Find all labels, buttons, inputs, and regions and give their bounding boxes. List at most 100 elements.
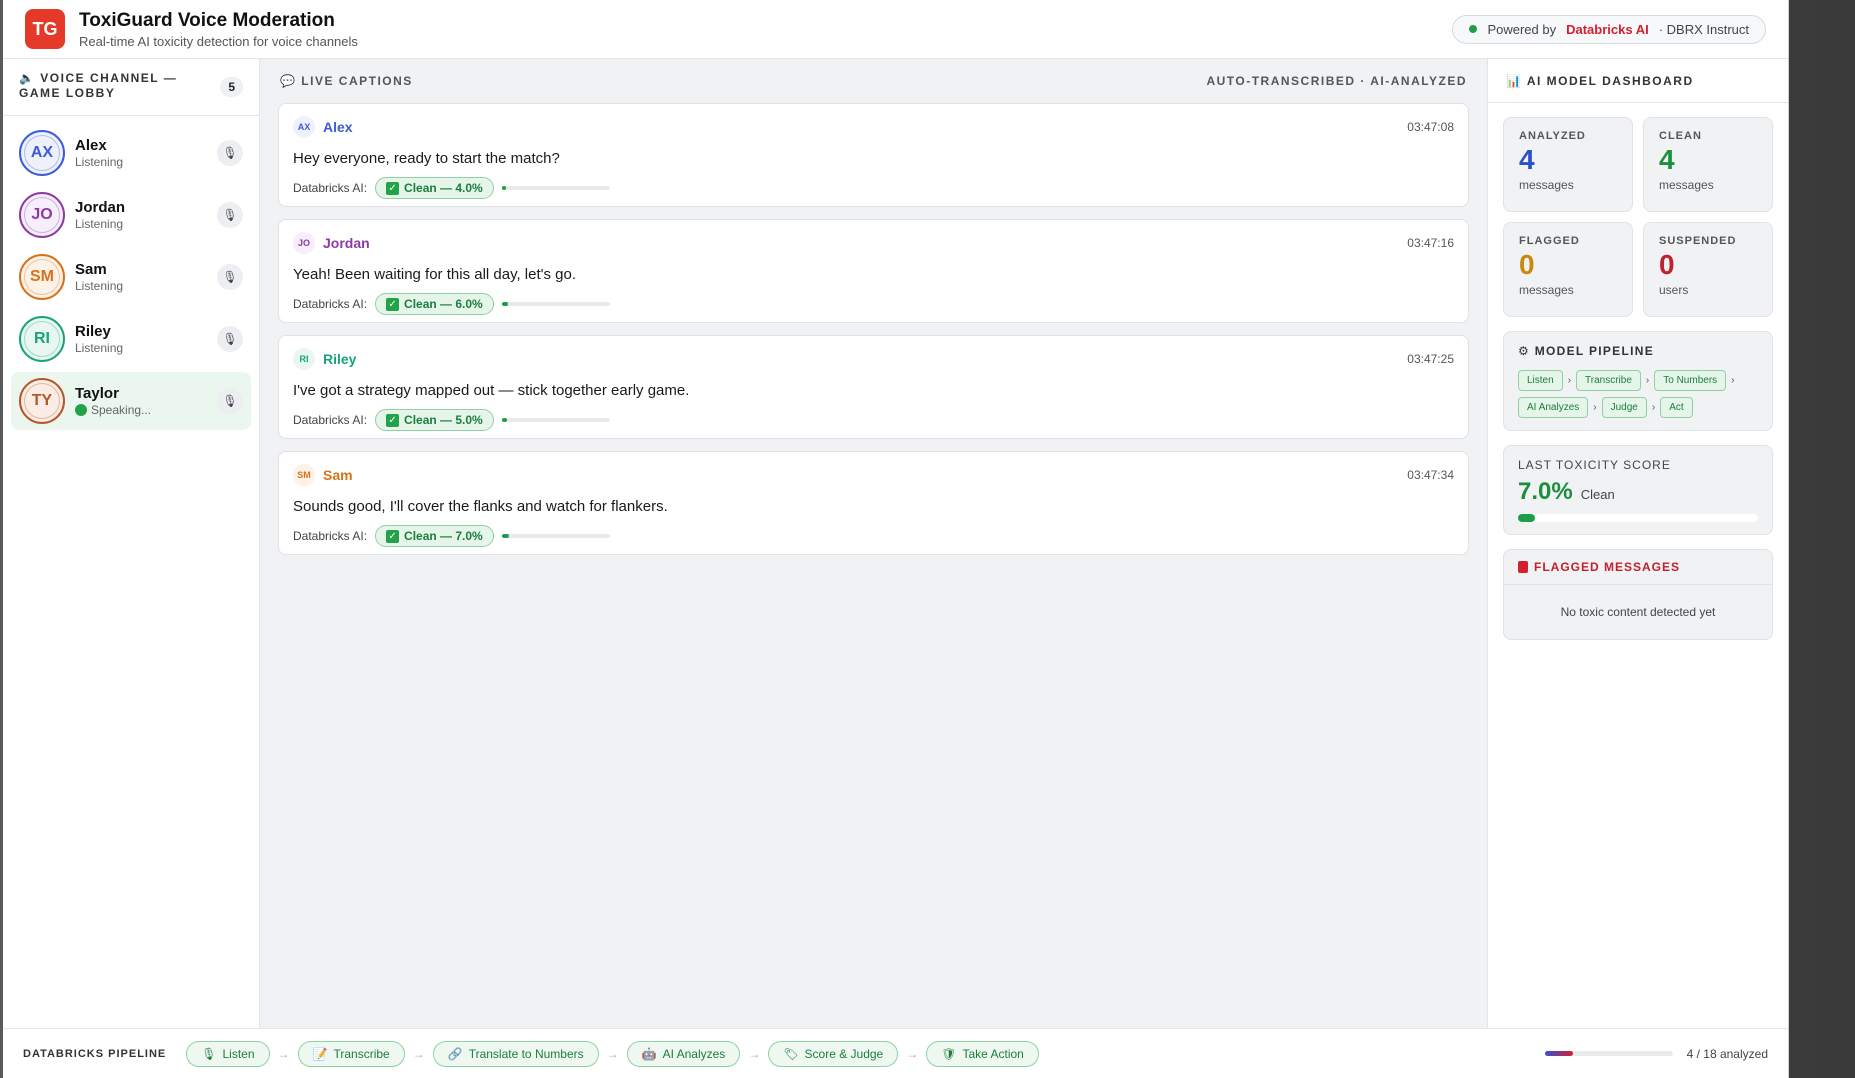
ai-dashboard-panel: 📊 AI MODEL DASHBOARD ANALYZED 4 messages CL…	[1488, 59, 1788, 1028]
microphone-icon[interactable]: 🎙	[217, 264, 243, 290]
caption-timestamp: 03:47:08	[1407, 120, 1454, 134]
speaker-name: Sam	[323, 467, 353, 483]
stat-unit: users	[1659, 283, 1689, 297]
powered-model: · DBRX Instruct	[1658, 21, 1749, 37]
voice-channel-panel: 🔈 VOICE CHANNEL — GAME LOBBY 5 AX Alex Lis…	[3, 59, 260, 1028]
main-area: 🔈 VOICE CHANNEL — GAME LOBBY 5 AX Alex Lis…	[3, 59, 1788, 1028]
powered-by-badge: Powered by Databricks AI · DBRX Instruct	[1452, 14, 1766, 44]
stat-unit: messages	[1519, 178, 1574, 192]
caption-header: AX Alex 03:47:08	[293, 116, 1454, 138]
stat-label: ANALYZED	[1519, 130, 1586, 142]
caption-text: Sounds good, I'll cover the flanks and w…	[293, 498, 668, 515]
step-icon: 🤖	[641, 1046, 657, 1061]
footer-step-translate-to-numbers[interactable]: 🔗 Translate to Numbers	[432, 1040, 599, 1067]
caption-card: RI Riley 03:47:25 I've got a strategy mappe…	[278, 335, 1469, 439]
caption-timestamp: 03:47:25	[1407, 352, 1454, 366]
live-captions-panel: 💬 LIVE CAPTIONS AUTO-TRANSCRIBED · AI-AN…	[260, 59, 1488, 1028]
avatar: AX	[19, 130, 65, 176]
pipeline-step-judge: Judge	[1601, 397, 1647, 418]
last-score-value: 7.0%	[1518, 478, 1573, 505]
ai-verdict-row: Databricks AI: ✓ Clean — 5.0%	[293, 409, 1454, 431]
stat-unit: messages	[1519, 283, 1574, 297]
caption-text: Yeah! Been waiting for this all day, let…	[293, 266, 577, 283]
user-info: Jordan Listening	[75, 199, 125, 231]
user-item-riley[interactable]: RI Riley Listening 🎙	[11, 310, 251, 368]
model-pipeline-steps: Listen › Transcribe › To Numbers › AI Analyzes…	[1518, 370, 1758, 418]
caption-card: JO Jordan 03:47:16 Yeah! Been waiting for t…	[278, 219, 1469, 323]
pipeline-step-act: Act	[1660, 397, 1693, 418]
step-label: Score & Judge	[804, 1046, 884, 1061]
footer-step-score-judge[interactable]: 🏷 Score & Judge	[768, 1040, 899, 1067]
toxicity-bar-fill	[501, 534, 510, 538]
stat-value: 0	[1659, 249, 1675, 280]
last-score-bar	[1518, 514, 1758, 522]
user-item-taylor[interactable]: TY Taylor Speaking... 🎙	[11, 372, 251, 430]
analysis-progress: 4 / 18 analyzed	[1544, 1047, 1768, 1061]
flagged-messages-header: FLAGGED MESSAGES	[1504, 550, 1772, 585]
caption-header: RI Riley 03:47:25	[293, 348, 1454, 370]
user-info: Alex Listening	[75, 137, 123, 169]
microphone-icon[interactable]: 🎙	[217, 140, 243, 166]
caption-text: Hey everyone, ready to start the match?	[293, 150, 560, 167]
footer-step-transcribe[interactable]: 📝 Transcribe	[297, 1040, 405, 1067]
microphone-icon[interactable]: 🎙	[217, 326, 243, 352]
caption-speaker: JO Jordan	[293, 232, 370, 254]
step-icon: 🔗	[447, 1046, 463, 1061]
user-status-text: Speaking...	[91, 403, 152, 417]
user-item-alex[interactable]: AX Alex Listening 🎙	[11, 124, 251, 182]
verdict-text: Clean — 6.0%	[404, 297, 483, 311]
flagged-messages-title: FLAGGED MESSAGES	[1534, 560, 1681, 574]
speaker-name: Riley	[323, 351, 357, 367]
ai-label: Databricks AI:	[293, 297, 368, 311]
chevron-right-icon: ›	[1651, 402, 1656, 413]
flagged-messages-card: FLAGGED MESSAGES No toxic content detect…	[1503, 549, 1773, 640]
clean-verdict-badge: ✓ Clean — 5.0%	[375, 409, 494, 431]
stat-label: FLAGGED	[1519, 235, 1580, 247]
live-captions-title: 💬 LIVE CAPTIONS	[280, 74, 413, 88]
user-name: Alex	[75, 137, 107, 154]
ai-dashboard-body: ANALYZED 4 messages CLEAN 4 messages FLAGGED 0 m…	[1488, 103, 1788, 654]
stat-flagged: FLAGGED 0 messages	[1503, 222, 1633, 317]
flagged-messages-empty: No toxic content detected yet	[1560, 605, 1716, 619]
footer-step-take-action[interactable]: 🛡 Take Action	[926, 1040, 1039, 1067]
microphone-icon[interactable]: 🎙	[217, 202, 243, 228]
toxicity-bar	[501, 302, 610, 306]
pipeline-step-transcribe: Transcribe	[1576, 370, 1641, 391]
caption-text: I've got a strategy mapped out — stick t…	[293, 382, 690, 399]
user-name: Sam	[75, 261, 107, 278]
chevron-right-icon: ›	[1731, 375, 1735, 386]
user-status: Listening	[75, 217, 125, 231]
ai-verdict-row: Databricks AI: ✓ Clean — 7.0%	[293, 525, 1454, 547]
step-label: Listen	[222, 1046, 255, 1061]
clean-verdict-badge: ✓ Clean — 7.0%	[375, 525, 494, 547]
speaking-icon	[75, 404, 87, 416]
caption-header: SM Sam 03:47:34	[293, 464, 1454, 486]
last-score-card: LAST TOXICITY SCORE 7.0% Clean	[1503, 445, 1773, 535]
avatar: JO	[19, 192, 65, 238]
user-status: Listening	[75, 341, 123, 355]
app-title: ToxiGuard Voice Moderation	[79, 9, 335, 31]
check-icon: ✓	[386, 529, 400, 543]
pipeline-step-ai-analyzes: AI Analyzes	[1518, 397, 1589, 418]
step-label: AI Analyzes	[662, 1046, 726, 1061]
footer-step-listen[interactable]: 🎙 Listen	[186, 1040, 270, 1067]
microphone-icon[interactable]: 🎙	[217, 388, 243, 414]
avatar: SM	[19, 254, 65, 300]
header: TG ToxiGuard Voice Moderation Real-time …	[3, 0, 1788, 59]
user-info: Taylor Speaking...	[75, 385, 151, 417]
stat-value: 0	[1519, 249, 1535, 280]
caption-speaker: SM Sam	[293, 464, 353, 486]
stat-label: CLEAN	[1659, 130, 1702, 142]
toxicity-bar	[501, 534, 610, 538]
footer-pipeline-steps: 🎙 Listen → 📝 Transcribe → 🔗 Translate to Number…	[186, 1040, 1039, 1067]
stat-unit: messages	[1659, 178, 1714, 192]
pipeline-step-listen: Listen	[1518, 370, 1563, 391]
verdict-text: Clean — 4.0%	[404, 181, 483, 195]
step-label: Transcribe	[333, 1046, 390, 1061]
footer-step-ai-analyzes[interactable]: 🤖 AI Analyzes	[626, 1040, 741, 1067]
app-logo: TG	[25, 9, 65, 49]
user-item-jordan[interactable]: JO Jordan Listening 🎙	[11, 186, 251, 244]
analysis-progress-fill	[1544, 1051, 1573, 1056]
user-item-sam[interactable]: SM Sam Listening 🎙	[11, 248, 251, 306]
user-count-badge: 5	[220, 77, 243, 97]
